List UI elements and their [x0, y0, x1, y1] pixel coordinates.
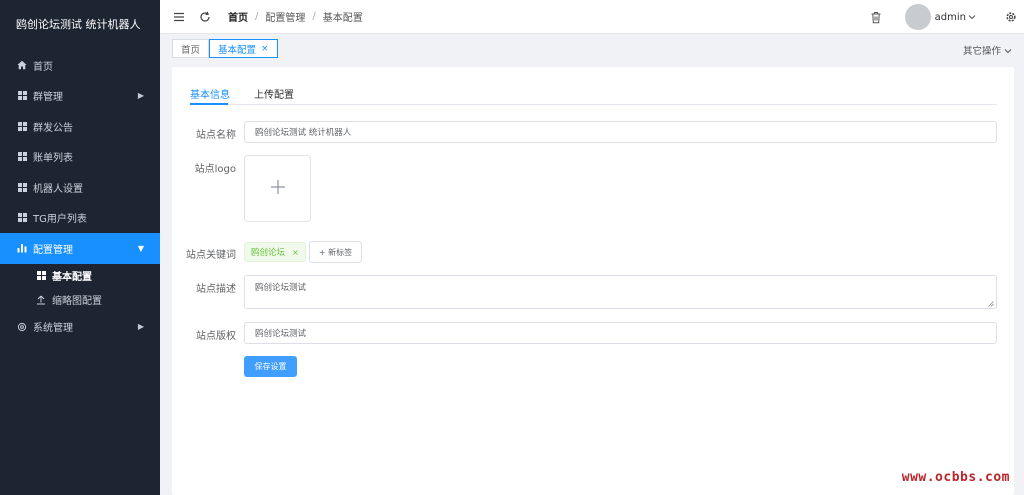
breadcrumb-separator: /	[255, 11, 259, 22]
avatar[interactable]	[904, 4, 931, 30]
sidebar-item-label: 首页	[33, 61, 53, 73]
sidebar-item-label: 账单列表	[33, 153, 73, 165]
active-tab-indicator	[190, 103, 228, 105]
sidebar-subitem-label: 基本配置	[52, 272, 92, 283]
plus-icon	[270, 179, 286, 198]
watermark: www.ocbbs.com	[901, 470, 1010, 485]
gear-icon	[17, 322, 27, 332]
other-operations-label: 其它操作	[962, 46, 1001, 57]
logo-upload-box[interactable]	[244, 155, 311, 222]
grid-icon	[17, 213, 27, 223]
breadcrumb: 首页 / 配置管理 / 基本配置	[228, 9, 363, 24]
site-name-input[interactable]: 鸥创论坛测试 统计机器人	[244, 121, 997, 143]
user-name[interactable]: admin	[935, 12, 966, 23]
site-name-label: 站点名称	[196, 130, 236, 141]
sidebar-item-label: 系统管理	[33, 323, 73, 335]
settings-icon[interactable]	[1004, 10, 1018, 24]
breadcrumb-level2: 基本配置	[322, 13, 363, 24]
home-icon	[17, 60, 27, 70]
close-icon[interactable]: ×	[292, 248, 299, 257]
resize-handle-icon[interactable]	[988, 300, 994, 307]
site-copyright-label: 站点版权	[196, 331, 236, 342]
form-tabs: 基本信息 上传配置	[190, 80, 997, 105]
sidebar-item-group-management[interactable]: 群管理 ▶	[0, 81, 160, 112]
site-keywords-label: 站点关键词	[186, 250, 236, 261]
site-description-textarea[interactable]: 鸥创论坛测试	[244, 275, 997, 309]
caret-down-icon: ▼	[137, 243, 144, 253]
upload-icon	[36, 295, 46, 305]
site-description-label: 站点描述	[196, 284, 236, 295]
sidebar-item-label: 配置管理	[33, 244, 73, 256]
sidebar-item-label: 群发公告	[33, 122, 73, 134]
caret-right-icon: ▶	[137, 322, 144, 332]
chevron-down-icon[interactable]	[968, 13, 976, 22]
brand-title: 鸥创论坛测试 统计机器人	[16, 18, 141, 31]
caret-right-icon: ▶	[137, 91, 144, 101]
sidebar-subitem-thumbnail-config[interactable]: 缩略图配置	[0, 288, 160, 312]
close-icon[interactable]: ×	[261, 44, 269, 54]
new-tag-button[interactable]: + 新标签	[309, 241, 362, 263]
sidebar-item-label: 机器人设置	[33, 183, 83, 195]
tag-view-label: 首页	[181, 44, 201, 56]
tag-view-home[interactable]: 首页	[172, 39, 210, 58]
sidebar-item-bot-settings[interactable]: 机器人设置	[0, 172, 160, 203]
site-description-value: 鸥创论坛测试	[255, 283, 307, 293]
top-navbar: 首页 / 配置管理 / 基本配置 admin	[160, 0, 1024, 34]
tag-view-label: 基本配置	[218, 44, 257, 56]
sidebar-item-group-announcement[interactable]: 群发公告	[0, 111, 160, 142]
sidebar-subitem-basic-config[interactable]: 基本配置	[0, 264, 160, 288]
sidebar-item-config-management[interactable]: 配置管理 ▼	[0, 233, 160, 264]
sidebar-item-bill-list[interactable]: 账单列表	[0, 142, 160, 173]
navbar-right: admin	[857, 0, 1024, 34]
grid-icon	[17, 182, 27, 192]
tab-upload-config[interactable]: 上传配置	[254, 86, 294, 101]
sidebar-item-label: 群管理	[33, 92, 63, 104]
hamburger-icon[interactable]	[172, 10, 186, 24]
site-logo-label: 站点logo	[194, 164, 236, 175]
keyword-tag-label: 鸥创论坛	[251, 248, 286, 258]
other-operations-dropdown[interactable]: 其它操作	[963, 43, 1012, 57]
grid-icon	[17, 121, 27, 131]
tag-view-basic-config[interactable]: 基本配置 ×	[209, 39, 278, 58]
content-card: 基本信息 上传配置 站点名称 鸥创论坛测试 统计机器人 站点logo 站点关键词…	[172, 67, 1014, 495]
grid-icon	[36, 271, 46, 281]
tab-basic-info[interactable]: 基本信息	[190, 86, 230, 101]
refresh-icon[interactable]	[198, 10, 212, 24]
tags-view-bar: 首页 基本配置 × 其它操作	[160, 35, 1024, 62]
grid-icon	[17, 91, 27, 101]
breadcrumb-level1: 配置管理	[265, 13, 306, 24]
chevron-down-icon	[1004, 46, 1012, 57]
sidebar-item-label: TG用户列表	[33, 214, 87, 226]
keyword-tag: 鸥创论坛 ×	[244, 242, 306, 262]
sidebar: 鸥创论坛测试 统计机器人 首页 群管理 ▶ 群发公告 账单列表 机器人设置 TG…	[0, 0, 160, 495]
sidebar-item-system-management[interactable]: 系统管理 ▶	[0, 312, 160, 343]
breadcrumb-separator: /	[312, 11, 316, 22]
site-copyright-input[interactable]: 鸥创论坛测试	[244, 322, 997, 344]
chart-icon	[17, 243, 27, 253]
sidebar-item-tg-users[interactable]: TG用户列表	[0, 203, 160, 234]
breadcrumb-home[interactable]: 首页	[228, 9, 248, 24]
sidebar-item-home[interactable]: 首页	[0, 50, 160, 81]
sidebar-subitem-label: 缩略图配置	[52, 296, 102, 307]
grid-icon	[17, 152, 27, 162]
trash-icon[interactable]	[869, 10, 883, 24]
save-settings-button[interactable]: 保存设置	[244, 356, 297, 377]
